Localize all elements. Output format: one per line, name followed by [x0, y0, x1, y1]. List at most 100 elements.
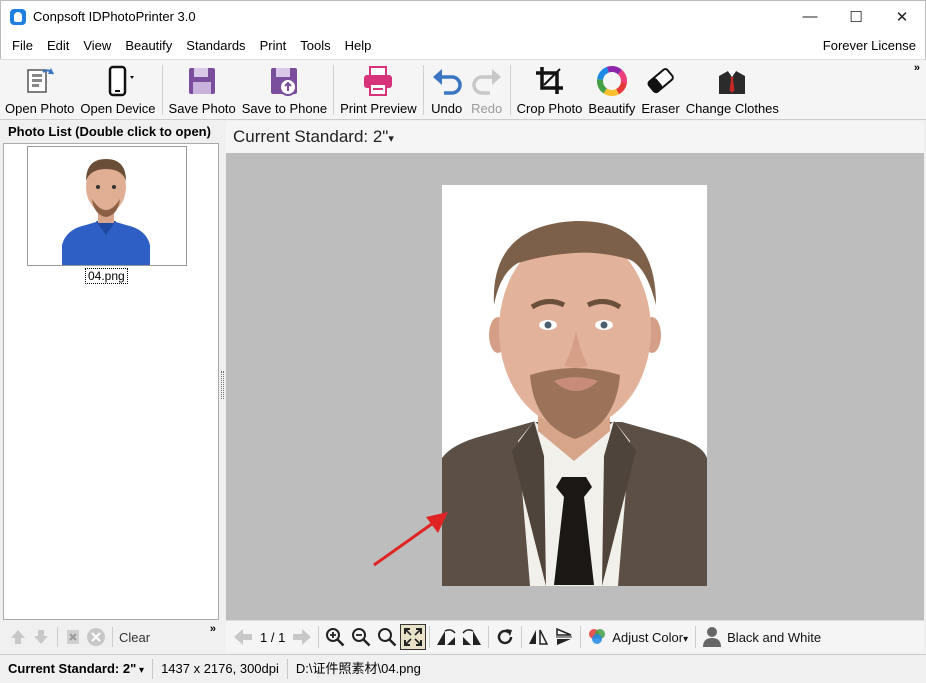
print-preview-button[interactable]: Print Preview [337, 60, 420, 118]
chevron-down-icon: ▾ [683, 633, 689, 645]
crop-photo-button[interactable]: Crop Photo [514, 60, 586, 118]
next-page-icon[interactable] [289, 624, 315, 650]
status-dimensions: 1437 x 2176, 300dpi [153, 659, 288, 679]
open-photo-label: Open Photo [5, 101, 75, 116]
title-bar: Conpsoft IDPhotoPrinter 3.0 — ☐ ✕ [0, 0, 926, 32]
fit-to-window-icon[interactable] [400, 624, 427, 650]
toolbar-divider [161, 65, 163, 115]
clear-list-button[interactable]: Clear [119, 630, 150, 645]
remove-circle-icon[interactable] [85, 626, 107, 648]
photo-canvas[interactable] [226, 153, 924, 620]
delete-file-icon[interactable] [62, 626, 84, 648]
print-preview-label: Print Preview [340, 101, 417, 116]
menu-tools[interactable]: Tools [293, 32, 337, 59]
photo-list-toolbar: Clear » [2, 621, 220, 653]
flip-vertical-icon[interactable] [551, 624, 577, 650]
save-icon [185, 64, 219, 98]
phone-icon [101, 64, 135, 98]
status-file-path: D:\证件照素材\04.png [295, 661, 421, 676]
person-icon [699, 624, 725, 650]
beautify-label: Beautify [588, 101, 636, 116]
eraser-button[interactable]: Eraser [638, 60, 682, 118]
current-standard-selector[interactable]: Current Standard: 2"▾ [226, 121, 924, 153]
rgb-circles-icon [584, 624, 610, 650]
rotate-refresh-icon[interactable] [492, 624, 518, 650]
change-clothes-label: Change Clothes [685, 101, 779, 116]
photo-list-header: Photo List (Double click to open) [2, 121, 220, 143]
menu-print[interactable]: Print [253, 32, 294, 59]
divider [488, 626, 490, 648]
page-indicator: 1 / 1 [260, 629, 286, 645]
save-to-phone-label: Save to Phone [241, 101, 328, 116]
toolbar-divider [333, 65, 335, 115]
previous-page-icon[interactable] [230, 624, 256, 650]
toolbar-overflow-button[interactable]: » [914, 62, 920, 74]
crop-photo-label: Crop Photo [516, 101, 583, 116]
menu-edit[interactable]: Edit [40, 32, 76, 59]
save-photo-button[interactable]: Save Photo [166, 60, 239, 118]
status-standard[interactable]: Current Standard: 2" ▾ [0, 659, 154, 679]
rotate-left-icon[interactable] [433, 624, 459, 650]
crop-icon [533, 64, 567, 98]
window-title: Conpsoft IDPhotoPrinter 3.0 [33, 9, 196, 24]
open-device-label: Open Device [80, 101, 156, 116]
move-up-icon[interactable] [7, 626, 29, 648]
id-photo-preview [442, 185, 707, 586]
menu-beautify[interactable]: Beautify [118, 32, 179, 59]
panel-splitter-handle[interactable] [221, 371, 224, 399]
open-photo-button[interactable]: Open Photo [2, 60, 77, 118]
save-photo-label: Save Photo [168, 101, 236, 116]
save-to-phone-icon [267, 64, 301, 98]
photo-thumbnail-filename[interactable]: 04.png [85, 268, 128, 284]
toolbar-divider [509, 65, 511, 115]
divider [521, 626, 523, 648]
undo-button[interactable]: Undo [427, 60, 467, 118]
zoom-out-icon[interactable] [348, 624, 374, 650]
toolbar-divider [422, 65, 424, 115]
window-controls: — ☐ ✕ [787, 1, 925, 32]
current-standard-label: Current Standard: 2" [233, 127, 389, 146]
license-label[interactable]: Forever License [823, 32, 916, 59]
move-down-icon[interactable] [30, 626, 52, 648]
photo-list-overflow-button[interactable]: » [210, 623, 216, 635]
main-toolbar: Open Photo Open Device Save Photo Save t… [0, 59, 926, 120]
close-button[interactable]: ✕ [879, 1, 925, 32]
redo-icon [470, 64, 504, 98]
rotate-right-icon[interactable] [459, 624, 485, 650]
divider [112, 627, 113, 647]
image-tools-bar: 1 / 1 Adjust Color▾ Black and White [226, 620, 924, 653]
app-logo-icon [10, 8, 26, 25]
flip-horizontal-icon[interactable] [525, 624, 551, 650]
divider [57, 627, 58, 647]
divider [429, 626, 431, 648]
open-photo-icon [23, 64, 57, 98]
menu-help[interactable]: Help [338, 32, 379, 59]
menu-standards[interactable]: Standards [179, 32, 252, 59]
menu-view[interactable]: View [76, 32, 118, 59]
color-ring-icon [595, 64, 629, 98]
divider [695, 626, 697, 648]
adjust-color-label: Adjust Color [612, 629, 684, 645]
chevron-down-icon: ▾ [388, 133, 394, 145]
maximize-button[interactable]: ☐ [833, 1, 879, 32]
redo-button[interactable]: Redo [467, 60, 507, 118]
save-to-phone-button[interactable]: Save to Phone [239, 60, 330, 118]
photo-list[interactable]: 04.png [3, 143, 219, 620]
eraser-icon [644, 64, 678, 98]
adjust-color-button[interactable]: Adjust Color▾ [612, 630, 688, 645]
beautify-button[interactable]: Beautify [585, 60, 638, 118]
menu-file[interactable]: File [5, 32, 40, 59]
black-and-white-button[interactable]: Black and White [727, 630, 821, 645]
change-clothes-button[interactable]: Change Clothes [683, 60, 782, 118]
minimize-button[interactable]: — [787, 1, 833, 32]
printer-icon [361, 64, 395, 98]
photo-thumbnail[interactable] [27, 146, 187, 266]
menu-bar: File Edit View Beautify Standards Print … [0, 32, 926, 59]
annotation-arrow-icon [373, 512, 448, 567]
open-device-button[interactable]: Open Device [77, 60, 158, 118]
zoom-in-icon[interactable] [322, 624, 348, 650]
status-bar: Current Standard: 2" ▾ 1437 x 2176, 300d… [0, 654, 926, 683]
zoom-actual-icon[interactable] [374, 624, 400, 650]
undo-label: Undo [431, 101, 463, 116]
suit-icon [715, 64, 749, 98]
